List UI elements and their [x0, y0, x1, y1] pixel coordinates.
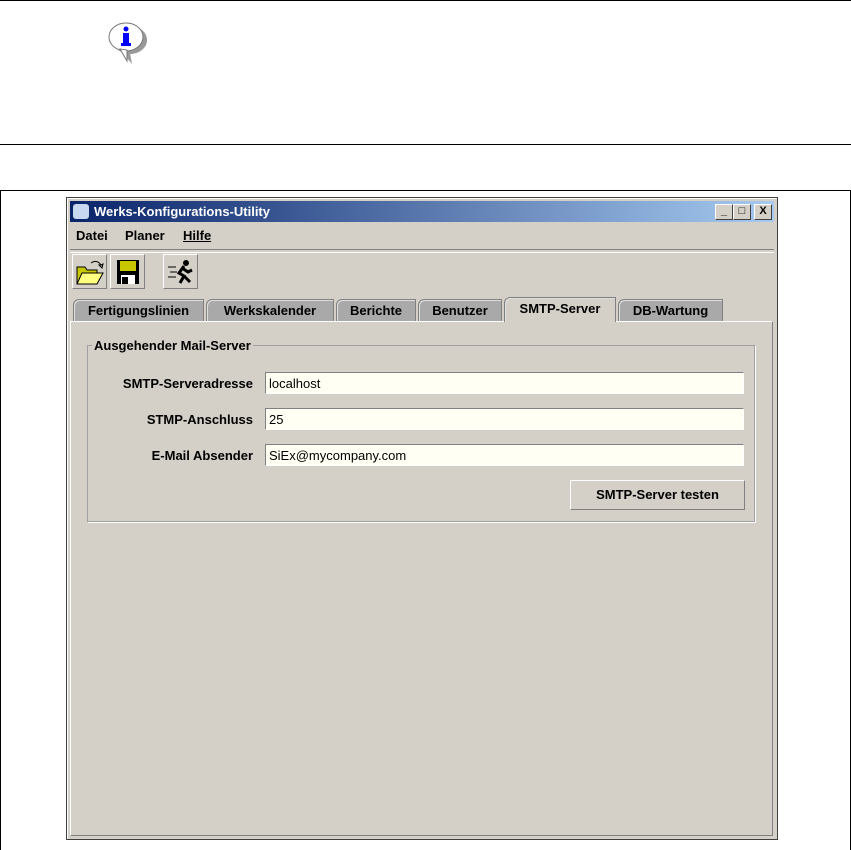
open-folder-icon: [76, 260, 104, 285]
smtp-port-input[interactable]: [265, 408, 744, 430]
menu-planer[interactable]: Planer: [125, 228, 165, 243]
menu-hilfe[interactable]: Hilfe: [183, 228, 211, 243]
window-title: Werks-Konfigurations-Utility: [94, 204, 270, 219]
smtp-address-input[interactable]: [265, 372, 744, 394]
title-bar[interactable]: Werks-Konfigurations-Utility _ □ X: [70, 201, 774, 222]
tab-benutzer[interactable]: Benutzer: [418, 299, 502, 321]
smtp-port-label: STMP-Anschluss: [146, 412, 253, 427]
menu-datei[interactable]: Datei: [76, 228, 108, 243]
tab-werkskalender[interactable]: Werkskalender: [206, 299, 334, 321]
tab-db-wartung[interactable]: DB-Wartung: [618, 299, 723, 321]
minimize-button[interactable]: _: [715, 204, 733, 220]
test-smtp-button[interactable]: SMTP-Server testen: [570, 480, 745, 510]
app-window: Werks-Konfigurations-Utility _ □ X Datei…: [66, 197, 778, 840]
sender-email-label: E-Mail Absender: [151, 448, 253, 463]
menu-separator: [70, 249, 774, 253]
tab-berichte[interactable]: Berichte: [336, 299, 416, 321]
sender-email-input[interactable]: [265, 444, 744, 466]
save-button[interactable]: [110, 254, 145, 289]
maximize-button[interactable]: □: [733, 204, 751, 220]
group-title: Ausgehender Mail-Server: [92, 338, 253, 353]
smtp-address-label: SMTP-Serveradresse: [122, 376, 253, 391]
bottom-rule: [0, 144, 851, 145]
app-icon: [73, 204, 89, 219]
run-icon: [168, 260, 193, 284]
open-button[interactable]: [72, 254, 107, 289]
tab-smtp-server[interactable]: SMTP-Server: [504, 297, 616, 322]
tab-fertigungslinien[interactable]: Fertigungslinien: [73, 299, 204, 321]
save-disk-icon: [117, 260, 139, 284]
info-icon: [106, 20, 150, 69]
run-button[interactable]: [163, 254, 198, 289]
top-rule: [0, 0, 851, 1]
close-button[interactable]: X: [754, 204, 772, 220]
